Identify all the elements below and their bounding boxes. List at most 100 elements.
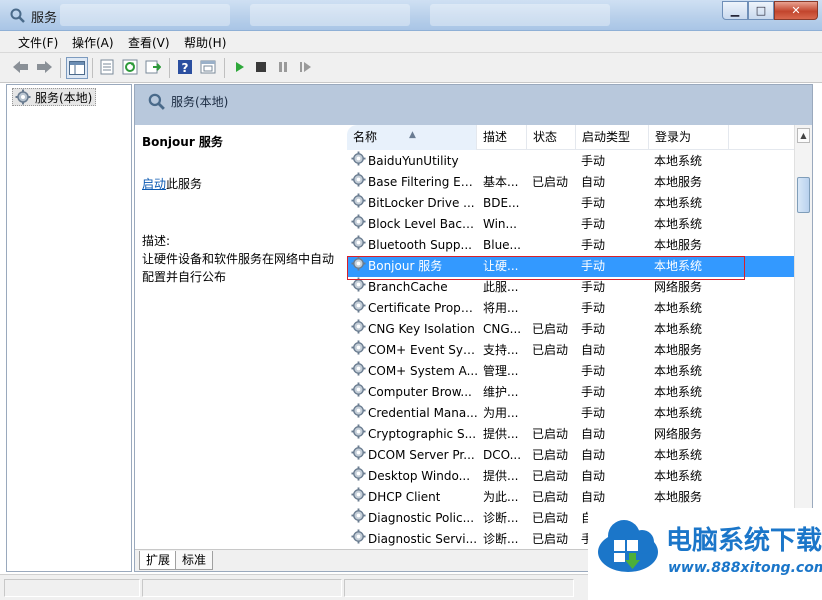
service-startup-type: 手动 — [581, 322, 606, 336]
service-startup-type: 自动 — [581, 490, 606, 504]
menu-action[interactable]: 操作(A) — [72, 34, 114, 51]
service-status — [532, 403, 576, 424]
service-gear-icon — [351, 466, 366, 487]
blurred-tab-area — [250, 4, 410, 26]
service-row[interactable]: Computer Brow... 维护... 手动 本地系统 — [347, 382, 794, 403]
column-header-name[interactable]: ▲ 名称 — [347, 125, 477, 150]
column-header-logon-as[interactable]: 登录为 — [649, 125, 729, 150]
window-controls: ▁ □ ✕ — [722, 1, 818, 20]
service-name: BranchCache — [368, 280, 448, 294]
service-name-cell: COM+ Event Sys... — [351, 340, 479, 361]
service-description: Win... — [483, 217, 517, 231]
minimize-button[interactable]: ▁ — [722, 1, 748, 20]
service-row[interactable]: BaiduYunUtility 手动 本地系统 — [347, 151, 794, 172]
service-name-cell: Credential Mana... — [351, 403, 479, 424]
service-startup-type: 手动 — [581, 406, 606, 420]
show-hide-icon[interactable] — [199, 58, 217, 76]
forward-arrow-icon[interactable] — [35, 58, 53, 76]
status-cell — [4, 579, 140, 597]
service-logon-as: 网络服务 — [654, 280, 703, 294]
close-button[interactable]: ✕ — [774, 1, 818, 20]
tree-item-label: 服务(本地) — [35, 90, 93, 105]
service-status — [532, 193, 576, 214]
service-description — [483, 151, 525, 172]
column-header-startup-type[interactable]: 启动类型 — [576, 125, 649, 150]
service-row[interactable]: Credential Mana... 为用... 手动 本地系统 — [347, 403, 794, 424]
column-header-description[interactable]: 描述 — [477, 125, 527, 150]
scrollbar-thumb[interactable] — [797, 177, 810, 213]
service-logon-as: 本地系统 — [654, 217, 703, 231]
stop-service-icon[interactable] — [252, 58, 270, 76]
service-name-cell: BitLocker Drive ... — [351, 193, 479, 214]
vertical-scrollbar[interactable]: ▲ — [794, 125, 812, 549]
menu-file[interactable]: 文件(F) — [18, 34, 58, 51]
refresh-icon[interactable] — [121, 58, 139, 76]
service-row[interactable]: Cryptographic S... 提供... 已启动 自动 网络服务 — [347, 424, 794, 445]
tab-standard[interactable]: 标准 — [175, 551, 214, 570]
services-gear-icon — [15, 89, 31, 105]
service-row[interactable]: DHCP Client 为此... 已启动 自动 本地服务 — [347, 487, 794, 508]
service-row[interactable]: Certificate Propa... 将用... 手动 本地系统 — [347, 298, 794, 319]
service-description: BDE... — [483, 196, 520, 210]
service-status — [532, 214, 576, 235]
service-row[interactable]: COM+ Event Sys... 支持... 已启动 自动 本地服务 — [347, 340, 794, 361]
service-description: 基本... — [483, 175, 519, 189]
service-status: 已启动 — [532, 532, 569, 546]
service-name: Diagnostic Servi... — [368, 532, 478, 546]
service-name-cell: DCOM Server Pr... — [351, 445, 479, 466]
watermark-url: www.888xitong.com — [668, 560, 822, 576]
service-name: Bluetooth Supp... — [368, 238, 472, 252]
service-name-cell: Cryptographic S... — [351, 424, 479, 445]
service-row[interactable]: BranchCache 此服... 手动 网络服务 — [347, 277, 794, 298]
service-gear-icon — [351, 424, 366, 445]
column-header-status[interactable]: 状态 — [527, 125, 576, 150]
service-gear-icon — [351, 508, 366, 529]
service-name-cell: Desktop Windo... — [351, 466, 479, 487]
menu-help[interactable]: 帮助(H) — [184, 34, 226, 51]
services-app-icon — [10, 8, 25, 23]
service-row[interactable]: Desktop Windo... 提供... 已启动 自动 本地系统 — [347, 466, 794, 487]
back-arrow-icon[interactable] — [12, 58, 30, 76]
scroll-up-icon[interactable]: ▲ — [797, 128, 810, 143]
service-gear-icon — [351, 445, 366, 466]
service-status: 已启动 — [532, 427, 569, 441]
service-status: 已启动 — [532, 448, 569, 462]
service-action: 启动此服务 — [142, 175, 202, 192]
cloud-logo-icon — [598, 520, 658, 572]
service-row[interactable]: CNG Key Isolation CNG... 已启动 手动 本地系统 — [347, 319, 794, 340]
service-description: 提供... — [483, 469, 519, 483]
service-row[interactable]: Base Filtering En... 基本... 已启动 自动 本地服务 — [347, 172, 794, 193]
export-list-icon[interactable] — [144, 58, 162, 76]
console-tree-icon[interactable] — [66, 57, 88, 79]
service-row[interactable]: BitLocker Drive ... BDE... 手动 本地系统 — [347, 193, 794, 214]
sort-ascending-icon: ▲ — [409, 130, 416, 140]
pause-service-icon[interactable] — [274, 58, 292, 76]
service-status — [532, 382, 576, 403]
service-startup-type: 自动 — [581, 343, 606, 357]
service-logon-as: 本地系统 — [654, 469, 703, 483]
start-service-icon[interactable] — [230, 58, 248, 76]
svg-text:?: ? — [182, 61, 189, 75]
service-name: BitLocker Drive ... — [368, 196, 475, 210]
service-name-cell: CNG Key Isolation — [351, 319, 479, 340]
maximize-button[interactable]: □ — [748, 1, 774, 20]
properties-icon[interactable] — [98, 58, 116, 76]
restart-service-icon[interactable] — [296, 58, 314, 76]
service-name: Cryptographic S... — [368, 427, 477, 441]
tree-item-local-services[interactable]: 服务(本地) — [12, 88, 97, 106]
service-row[interactable]: COM+ System A... 管理... 手动 本地系统 — [347, 361, 794, 382]
service-status — [532, 235, 576, 256]
service-status — [532, 298, 576, 319]
service-name: Credential Mana... — [368, 406, 478, 420]
service-name: Certificate Propa... — [368, 301, 479, 315]
service-row[interactable]: Block Level Back... Win... 手动 本地系统 — [347, 214, 794, 235]
help-icon[interactable]: ? — [176, 58, 194, 76]
menu-view[interactable]: 查看(V) — [128, 34, 170, 51]
service-row[interactable]: Bluetooth Supp... Blue... 手动 本地服务 — [347, 235, 794, 256]
status-cell — [142, 579, 342, 597]
service-name-cell: BranchCache — [351, 277, 479, 298]
service-logon-as: 本地系统 — [654, 301, 703, 315]
service-row[interactable]: DCOM Server Pr... DCO... 已启动 自动 本地系统 — [347, 445, 794, 466]
tab-extended[interactable]: 扩展 — [139, 551, 178, 570]
start-service-link[interactable]: 启动 — [142, 177, 166, 191]
